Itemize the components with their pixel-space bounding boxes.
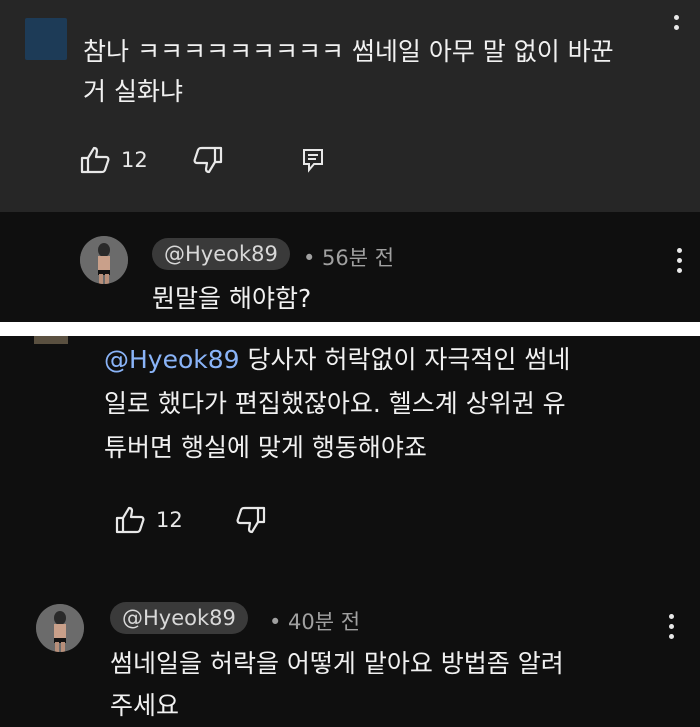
thumbs-down-icon — [236, 506, 266, 534]
thumbs-up-icon — [80, 146, 110, 174]
comment-text-line: 튜버면 행실에 맞게 행동해야죠 — [104, 433, 427, 462]
thumbs-up-icon — [115, 506, 145, 534]
like-count: 12 — [156, 508, 183, 532]
author-handle[interactable]: @Hyeok89 — [152, 238, 290, 270]
timestamp: • 40분 전 — [269, 610, 361, 634]
avatar[interactable] — [36, 604, 84, 652]
avatar[interactable] — [25, 18, 67, 60]
like-count: 12 — [121, 148, 148, 172]
comment-text-line: @Hyeok89 당사자 허락없이 자극적인 썸네 — [104, 341, 570, 379]
comment-text-line: 거 실화냐 — [83, 77, 183, 106]
author-handle[interactable]: @Hyeok89 — [110, 602, 248, 634]
more-options-icon[interactable] — [669, 614, 675, 644]
dislike-button[interactable] — [236, 506, 266, 538]
reply-text-line: 주세요 — [110, 691, 180, 720]
comment-text-line: 참나 ㅋㅋㅋㅋㅋㅋㅋㅋㅋ 썸네일 아무 말 없이 바꾼 — [83, 37, 614, 66]
avatar-edge — [34, 336, 68, 344]
thumbs-down-icon — [193, 146, 223, 174]
dislike-button[interactable] — [193, 146, 223, 178]
more-options-icon[interactable] — [677, 248, 683, 278]
timestamp: • 56분 전 — [303, 246, 395, 270]
like-button[interactable] — [80, 146, 110, 178]
comment-card-top: 참나 ㅋㅋㅋㅋㅋㅋㅋㅋㅋ 썸네일 아무 말 없이 바꾼 거 실화냐 12 — [0, 0, 700, 212]
comment-text-line: 일로 했다가 편집했잖아요. 헬스계 상위권 유 — [104, 389, 566, 418]
more-options-icon[interactable] — [674, 5, 680, 35]
avatar-image — [36, 604, 84, 652]
reply-card: @Hyeok89 • 56분 전 뭔말을 해야함? — [0, 212, 700, 322]
avatar[interactable] — [80, 236, 128, 284]
screenshot-separator — [0, 322, 700, 336]
reply-text-line: 썸네일을 허락을 어떻게 맡아요 방법좀 알려 — [110, 649, 564, 678]
reply-icon — [303, 149, 323, 173]
reply-button[interactable] — [302, 148, 324, 176]
reply-text: 뭔말을 해야함? — [152, 284, 312, 313]
comment-text: 당사자 허락없이 자극적인 썸네 — [239, 345, 571, 374]
avatar-image — [80, 236, 128, 284]
mention-link[interactable]: @Hyeok89 — [104, 345, 240, 374]
like-button[interactable] — [115, 506, 145, 538]
comment-card-middle: @Hyeok89 당사자 허락없이 자극적인 썸네 일로 했다가 편집했잖아요.… — [0, 336, 700, 727]
